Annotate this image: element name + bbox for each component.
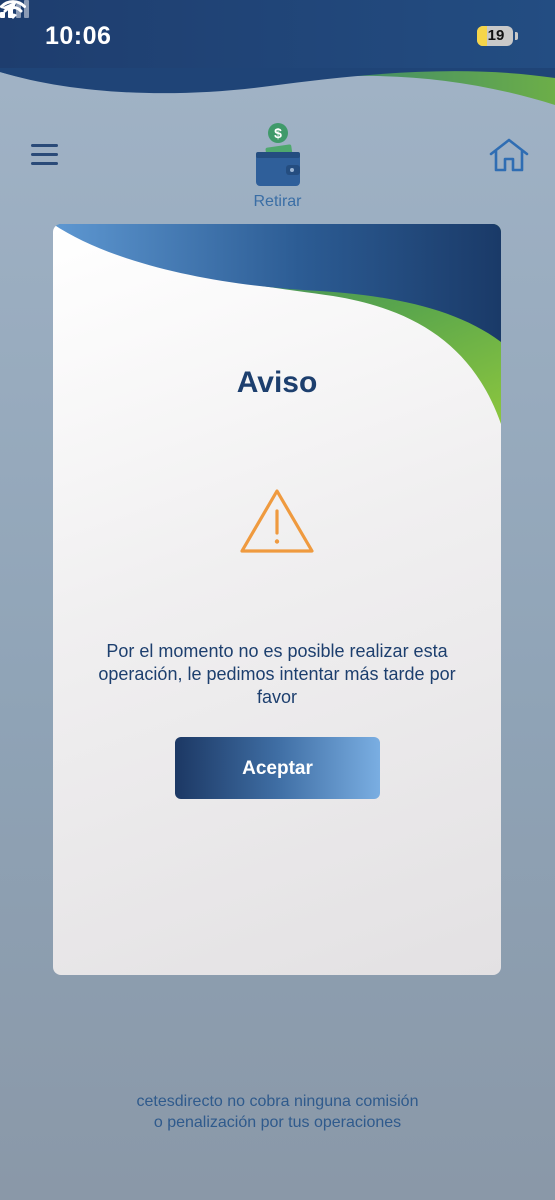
status-time: 10:06 xyxy=(45,22,112,50)
dialog-title: Aviso xyxy=(236,366,318,399)
footer-line-2: o penalización por tus operaciones xyxy=(153,1114,402,1131)
warning-icon xyxy=(240,489,314,553)
accept-button[interactable]: Aceptar xyxy=(175,737,380,799)
alert-dialog: Aviso Por el momento no es posible reali… xyxy=(53,224,501,975)
wifi-icon xyxy=(0,0,26,19)
dialog-message: Por el momento no es posible realizar es… xyxy=(98,641,456,707)
svg-text:$: $ xyxy=(274,125,282,141)
menu-icon[interactable] xyxy=(31,144,59,166)
footer-line-1: cetesdirecto no cobra ninguna comisión xyxy=(136,1093,419,1110)
battery-tip xyxy=(515,32,518,40)
card-wave xyxy=(53,224,501,424)
header-wave xyxy=(0,0,555,105)
wallet-icon: $ xyxy=(256,123,300,186)
home-icon[interactable] xyxy=(488,137,530,173)
section-label: Retirar xyxy=(253,193,302,210)
battery-indicator: 19 xyxy=(477,26,513,46)
status-header: 10:06 19 xyxy=(0,0,555,110)
battery-level: 19 xyxy=(487,27,505,44)
footer-note: cetesdirecto no cobra ninguna comisión o… xyxy=(0,1091,555,1133)
